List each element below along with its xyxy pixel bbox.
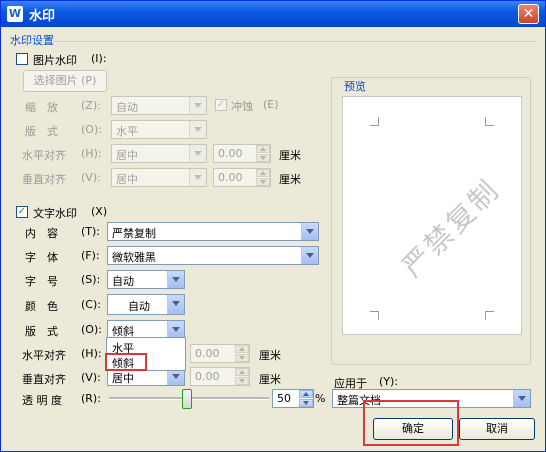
picture-watermark-checkbox[interactable] — [16, 53, 28, 65]
text-valign-offset[interactable]: 0.00 — [190, 367, 250, 386]
watermark-dialog: W 水印 ✕ 水印设置 图片水印 (I): 选择图片 (P) 缩 放 (Z): … — [0, 0, 546, 452]
text-halign-unit: 厘米 — [259, 349, 281, 362]
font-select[interactable]: 微软雅黑 — [107, 246, 319, 265]
transparency-spinner[interactable]: 50 — [272, 389, 314, 408]
text-halign-offset[interactable]: 0.00 — [190, 344, 250, 363]
picture-valign-select[interactable]: 居中 — [111, 168, 207, 187]
zoom-key: (Z): — [81, 99, 101, 112]
title-bar[interactable]: W 水印 ✕ — [1, 1, 545, 27]
chevron-down-icon — [513, 390, 530, 407]
picture-valign-unit: 厘米 — [279, 173, 301, 186]
chevron-down-icon — [189, 169, 206, 186]
picture-halign-label: 水平对齐 — [22, 149, 66, 162]
transparency-slider-thumb[interactable] — [182, 389, 192, 409]
transparency-unit: % — [315, 392, 326, 405]
cancel-button[interactable]: 取消 — [459, 418, 535, 440]
text-valign-key: (V): — [81, 371, 101, 384]
picture-valign-key: (V): — [81, 171, 101, 184]
transparency-label: 透 明 度 — [22, 394, 62, 407]
picture-watermark-label: 图片水印 — [33, 54, 77, 67]
size-label: 字 号 — [25, 275, 58, 288]
picture-halign-select[interactable]: 居中 — [111, 144, 207, 163]
picture-valign-offset[interactable]: 0.00 — [213, 168, 271, 187]
watermark-preview-text: 严禁复制 — [395, 172, 507, 284]
group-title: 水印设置 — [10, 34, 54, 47]
spin-down-icon[interactable] — [235, 377, 249, 385]
text-watermark-label: 文字水印 — [33, 207, 77, 220]
zoom-select[interactable]: 自动 — [111, 96, 207, 115]
text-halign-key: (H): — [81, 347, 102, 360]
spin-up-icon[interactable] — [299, 390, 313, 398]
chevron-down-icon — [167, 321, 184, 338]
size-select[interactable]: 自动 — [107, 270, 185, 289]
close-button[interactable]: ✕ — [518, 4, 539, 24]
group-divider — [11, 41, 536, 42]
chevron-down-icon — [167, 271, 184, 288]
font-key: (F): — [81, 249, 100, 262]
picture-valign-label: 垂直对齐 — [22, 173, 66, 186]
preview-label: 预览 — [342, 78, 368, 94]
chevron-down-icon — [301, 247, 318, 264]
text-watermark-key: (X) — [91, 205, 108, 218]
picture-watermark-key: (I): — [91, 52, 107, 65]
spin-down-icon[interactable] — [235, 354, 249, 362]
chevron-down-icon — [189, 121, 206, 138]
washout-checkbox[interactable]: ✓ — [215, 99, 227, 111]
spin-up-icon[interactable] — [235, 345, 249, 353]
picture-halign-unit: 厘米 — [279, 149, 301, 162]
color-select[interactable]: 自动 — [107, 294, 185, 315]
picture-halign-key: (H): — [81, 147, 102, 160]
picture-layout-label: 版 式 — [25, 125, 58, 138]
content-label: 内 容 — [25, 227, 58, 240]
text-halign-label: 水平对齐 — [22, 349, 66, 362]
chevron-down-icon — [301, 223, 318, 240]
margin-corner — [370, 311, 379, 320]
spin-up-icon[interactable] — [256, 169, 270, 177]
text-layout-key: (O): — [81, 323, 102, 336]
text-watermark-checkbox[interactable]: ✓ — [16, 206, 28, 218]
washout-key: (E) — [263, 98, 279, 111]
dialog-title: 水印 — [29, 9, 56, 24]
spin-down-icon[interactable] — [256, 154, 270, 162]
chevron-down-icon — [189, 97, 206, 114]
select-picture-button[interactable]: 选择图片 (P) — [23, 70, 107, 92]
zoom-label: 缩 放 — [25, 101, 58, 114]
picture-halign-offset[interactable]: 0.00 — [213, 144, 271, 163]
highlight-box-ok — [363, 400, 459, 446]
spin-down-icon[interactable] — [256, 178, 270, 186]
picture-layout-key: (O): — [81, 123, 102, 136]
color-label: 颜 色 — [25, 300, 58, 313]
text-valign-label: 垂直对齐 — [22, 373, 66, 386]
chevron-down-icon — [167, 295, 184, 314]
font-label: 字 体 — [25, 251, 58, 264]
text-valign-unit: 厘米 — [259, 373, 281, 386]
app-icon: W — [7, 6, 23, 22]
spin-up-icon[interactable] — [235, 368, 249, 376]
margin-corner — [485, 117, 494, 126]
content-key: (T): — [81, 225, 101, 238]
picture-layout-select[interactable]: 水平 — [111, 120, 207, 139]
content-select[interactable]: 严禁复制 — [107, 222, 319, 241]
apply-to-key: (Y): — [379, 375, 399, 388]
size-key: (S): — [81, 273, 101, 286]
washout-label: 冲蚀 — [231, 100, 253, 113]
spin-down-icon[interactable] — [299, 399, 313, 407]
margin-corner — [370, 117, 379, 126]
margin-corner — [485, 311, 494, 320]
chevron-down-icon — [189, 145, 206, 162]
preview-page: 严禁复制 — [342, 96, 522, 335]
highlight-box-diagonal — [105, 353, 147, 371]
color-key: (C): — [81, 298, 101, 311]
spin-up-icon[interactable] — [256, 145, 270, 153]
text-layout-label: 版 式 — [25, 325, 58, 338]
transparency-key: (R): — [81, 392, 101, 405]
